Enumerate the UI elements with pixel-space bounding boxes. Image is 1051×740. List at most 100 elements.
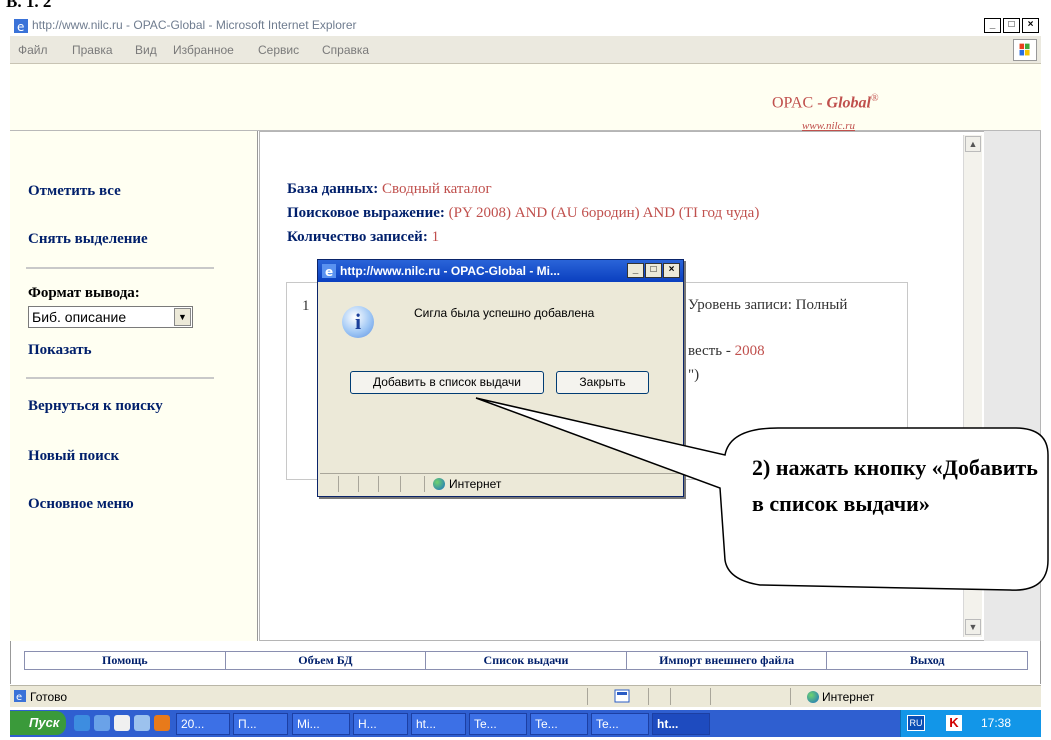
scroll-down-icon[interactable]: ▼ bbox=[965, 619, 981, 635]
menu-help[interactable]: Справка bbox=[322, 43, 369, 57]
clock: 17:38 bbox=[981, 716, 1012, 730]
task-item[interactable]: H... bbox=[353, 713, 408, 735]
dialog-close-text-button[interactable]: Закрыть bbox=[556, 371, 649, 394]
record-year: 2008 bbox=[734, 343, 765, 359]
security-icon bbox=[614, 689, 630, 703]
count-value: 1 bbox=[431, 229, 440, 245]
footer-nav: Помощь Объем БД Список выдачи Импорт вне… bbox=[24, 651, 1028, 670]
maximize-button[interactable]: □ bbox=[1003, 18, 1020, 33]
show-link[interactable]: Показать bbox=[28, 342, 92, 359]
ie-quicklaunch-icon[interactable] bbox=[74, 715, 90, 731]
close-window-button[interactable]: × bbox=[1022, 18, 1039, 33]
select-all-link[interactable]: Отметить все bbox=[28, 183, 121, 200]
brand-prefix: OPAC - bbox=[772, 94, 823, 112]
menu-edit[interactable]: Правка bbox=[72, 43, 113, 57]
sidebar-divider bbox=[26, 377, 214, 379]
status-zone: Интернет bbox=[822, 690, 875, 704]
globe-icon bbox=[807, 691, 819, 703]
footer-exit[interactable]: Выход bbox=[827, 652, 1027, 669]
database-line: База данных: Сводный каталог bbox=[287, 181, 492, 198]
record-line-end: ") bbox=[688, 367, 700, 383]
dialog-minimize-button[interactable]: _ bbox=[627, 263, 644, 278]
footer-checkout-list[interactable]: Список выдачи bbox=[426, 652, 627, 669]
footer-import[interactable]: Импорт внешнего файла bbox=[627, 652, 828, 669]
vertical-scrollbar[interactable]: ▲ ▼ bbox=[963, 135, 982, 637]
site-header bbox=[10, 64, 1041, 131]
info-icon: i bbox=[342, 306, 374, 338]
language-indicator[interactable]: RU bbox=[907, 715, 925, 731]
database-value: Сводный каталог bbox=[382, 181, 492, 197]
dialog-status-zone: Интернет bbox=[449, 477, 502, 491]
menu-bar: Файл Правка Вид Избранное Сервис Справка bbox=[10, 36, 1041, 64]
dialog-title-bar: e http://www.nilc.ru - OPAC-Global - Mi.… bbox=[318, 260, 683, 282]
add-to-checkout-button[interactable]: Добавить в список выдачи bbox=[350, 371, 544, 394]
task-item[interactable]: Te... bbox=[591, 713, 649, 735]
format-label: Формат вывода: bbox=[28, 285, 140, 301]
chevron-down-icon[interactable]: ▼ bbox=[174, 308, 191, 326]
firefox-quicklaunch-icon[interactable] bbox=[154, 715, 170, 731]
word-quicklaunch-icon[interactable] bbox=[114, 715, 130, 731]
status-bar: e Готово Интернет bbox=[10, 685, 1041, 707]
back-to-search-link[interactable]: Вернуться к поиску bbox=[28, 398, 163, 415]
desktop-quicklaunch-icon[interactable] bbox=[94, 715, 110, 731]
record-level: Уровень записи: Полный bbox=[688, 297, 848, 313]
ie-icon: e bbox=[322, 264, 336, 279]
globe-icon bbox=[433, 478, 445, 490]
expression-label: Поисковое выражение: bbox=[287, 205, 445, 221]
page-icon: e bbox=[14, 690, 26, 703]
menu-tools[interactable]: Сервис bbox=[258, 43, 299, 57]
task-item[interactable]: 20... bbox=[176, 713, 230, 735]
database-label: База данных: bbox=[287, 181, 379, 197]
ie-icon: e bbox=[14, 19, 28, 34]
antivirus-icon[interactable]: K bbox=[946, 715, 962, 731]
task-item[interactable]: Mi... bbox=[292, 713, 350, 735]
record-line-text: весть - bbox=[688, 343, 735, 359]
footer-help[interactable]: Помощь bbox=[25, 652, 226, 669]
start-button[interactable]: Пуск bbox=[10, 711, 66, 735]
svg-text:e: e bbox=[325, 265, 333, 279]
main-menu-link[interactable]: Основное меню bbox=[28, 496, 134, 513]
sidebar-divider bbox=[26, 267, 214, 269]
new-search-link[interactable]: Новый поиск bbox=[28, 448, 119, 465]
record-number: 1 bbox=[302, 298, 310, 314]
svg-text:e: e bbox=[17, 20, 24, 34]
count-label: Количество записей: bbox=[287, 229, 428, 245]
scroll-up-icon[interactable]: ▲ bbox=[965, 136, 981, 152]
windows-logo-icon bbox=[1013, 39, 1037, 61]
confirmation-dialog: e http://www.nilc.ru - OPAC-Global - Mi.… bbox=[317, 259, 684, 497]
window-title: http://www.nilc.ru - OPAC-Global - Micro… bbox=[32, 18, 357, 32]
dialog-title: http://www.nilc.ru - OPAC-Global - Mi... bbox=[340, 264, 560, 278]
format-select[interactable]: Биб. описание ▼ bbox=[28, 306, 193, 328]
right-margin bbox=[984, 131, 1040, 641]
count-line: Количество записей: 1 bbox=[287, 229, 439, 246]
svg-text:e: e bbox=[16, 692, 22, 703]
dialog-message: Сигла была успешно добавлена bbox=[414, 306, 595, 320]
task-item[interactable]: ht... bbox=[411, 713, 466, 735]
deselect-link[interactable]: Снять выделение bbox=[28, 231, 148, 248]
callout-text: 2) нажать кнопку «Добавить в список выда… bbox=[752, 455, 1038, 516]
app-quicklaunch-icon[interactable] bbox=[134, 715, 150, 731]
brand-name: Global bbox=[826, 94, 871, 112]
menu-favorites[interactable]: Избранное bbox=[173, 43, 234, 57]
task-item-active[interactable]: ht... bbox=[652, 713, 710, 735]
task-item[interactable]: Te... bbox=[469, 713, 527, 735]
taskbar: Пуск 20... П... Mi... H... ht... Te... T… bbox=[10, 710, 1041, 737]
task-item[interactable]: П... bbox=[233, 713, 288, 735]
minimize-button[interactable]: _ bbox=[984, 18, 1001, 33]
window-title-bar: e http://www.nilc.ru - OPAC-Global - Mic… bbox=[10, 16, 1041, 36]
system-tray: RU K 17:38 bbox=[900, 710, 1041, 737]
expression-value: (PY 2008) AND (AU 6ородин) AND (TI год ч… bbox=[448, 205, 760, 221]
menu-file[interactable]: Файл bbox=[18, 43, 48, 57]
task-item[interactable]: Te... bbox=[530, 713, 588, 735]
record-line: весть - 2008 bbox=[688, 343, 765, 360]
sidebar bbox=[10, 131, 258, 641]
dialog-status-bar: Интернет bbox=[320, 473, 681, 493]
footer-db-size[interactable]: Объем БД bbox=[226, 652, 427, 669]
menu-view[interactable]: Вид bbox=[135, 43, 157, 57]
brand-logo: OPAC - Global® bbox=[772, 93, 879, 112]
brand-mark: ® bbox=[871, 93, 879, 104]
dialog-maximize-button[interactable]: □ bbox=[645, 263, 662, 278]
dialog-close-button[interactable]: × bbox=[663, 263, 680, 278]
status-text: Готово bbox=[30, 690, 68, 704]
slide-heading: В. 1. 2 bbox=[6, 0, 52, 11]
